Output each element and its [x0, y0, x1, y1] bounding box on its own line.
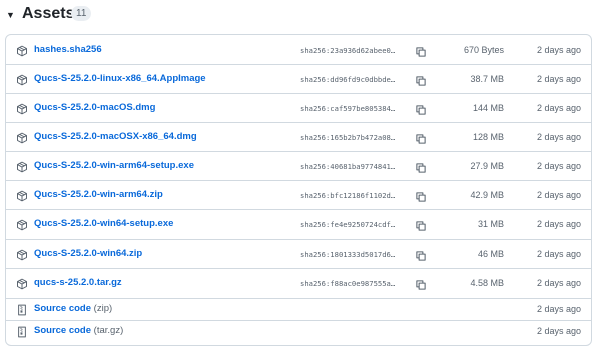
asset-date: 2 days ago	[536, 249, 581, 259]
copy-icon[interactable]	[415, 132, 427, 144]
asset-date: 2 days ago	[536, 219, 581, 229]
asset-size: 670 Bytes	[463, 45, 504, 55]
package-icon	[16, 103, 28, 115]
assets-header: ▼ Assets 11	[0, 0, 600, 30]
source-code-link[interactable]: Source code (zip)	[34, 303, 112, 315]
asset-row: Qucs-S-25.2.0-win64.zip sha256:1801333d50…	[6, 239, 591, 268]
assets-list: hashes.sha256 sha256:23a936d62abee0… 670 B…	[5, 34, 592, 346]
asset-sha256: sha256:caf597be805384…	[300, 104, 396, 113]
copy-icon[interactable]	[415, 219, 427, 231]
asset-size: 31 MB	[477, 219, 504, 229]
assets-count-badge: 11	[71, 6, 92, 21]
package-icon	[16, 132, 28, 144]
asset-sha256: sha256:dd96fd9c0dbbde…	[300, 75, 396, 84]
asset-row: Qucs-S-25.2.0-macOS.dmg sha256:caf597be80…	[6, 93, 591, 122]
asset-date: 2 days ago	[536, 161, 581, 171]
asset-row: hashes.sha256 sha256:23a936d62abee0… 670 B…	[6, 35, 591, 64]
asset-download-link[interactable]: Qucs-S-25.2.0-win-arm64.zip	[34, 189, 163, 201]
source-code-format: (zip)	[93, 303, 113, 314]
asset-row: Qucs-S-25.2.0-win64-setup.exe sha256:fe4e…	[6, 209, 591, 239]
copy-icon[interactable]	[415, 103, 427, 115]
source-code-label: Source code	[34, 303, 92, 314]
source-code-row: Source code (zip) 2 days ago	[6, 298, 591, 320]
asset-sha256: sha256:23a936d62abee0…	[300, 46, 396, 55]
asset-sha256: sha256:fe4e9250724cdf…	[300, 220, 396, 229]
copy-icon[interactable]	[415, 74, 427, 86]
asset-size: 42.9 MB	[470, 190, 504, 200]
package-icon	[16, 219, 28, 231]
asset-sha256: sha256:40681ba9774841…	[300, 162, 396, 171]
asset-date: 2 days ago	[536, 103, 581, 113]
file-zip-icon	[16, 304, 28, 316]
source-code-label: Source code	[34, 325, 92, 336]
triangle-down-icon[interactable]: ▼	[6, 10, 15, 20]
asset-download-link[interactable]: Qucs-S-25.2.0-win-arm64-setup.exe	[34, 160, 194, 172]
asset-sha256: sha256:bfc12186f1102d…	[300, 191, 396, 200]
copy-icon[interactable]	[415, 190, 427, 202]
asset-size: 38.7 MB	[470, 74, 504, 84]
asset-size: 128 MB	[472, 132, 504, 142]
asset-date: 2 days ago	[536, 190, 581, 200]
asset-date: 2 days ago	[536, 132, 581, 142]
asset-size: 46 MB	[477, 249, 504, 259]
package-icon	[16, 190, 28, 202]
source-code-row: Source code (tar.gz) 2 days ago	[6, 320, 591, 342]
asset-download-link[interactable]: Qucs-S-25.2.0-macOSX-x86_64.dmg	[34, 131, 197, 143]
asset-row: Qucs-S-25.2.0-macOSX-x86_64.dmg sha256:16…	[6, 122, 591, 151]
file-zip-icon	[16, 326, 28, 338]
package-icon	[16, 278, 28, 290]
asset-date: 2 days ago	[536, 326, 581, 336]
asset-sha256: sha256:165b2b7b472a08…	[300, 133, 396, 142]
package-icon	[16, 45, 28, 57]
asset-date: 2 days ago	[536, 278, 581, 288]
asset-download-link[interactable]: Qucs-S-25.2.0-linux-x86_64.AppImage	[34, 73, 206, 85]
asset-date: 2 days ago	[536, 45, 581, 55]
asset-download-link[interactable]: Qucs-S-25.2.0-win64.zip	[34, 248, 142, 260]
copy-icon[interactable]	[415, 45, 427, 57]
asset-date: 2 days ago	[536, 74, 581, 84]
copy-icon[interactable]	[415, 161, 427, 173]
asset-sha256: sha256:f88ac0e987555a…	[300, 279, 396, 288]
copy-icon[interactable]	[415, 249, 427, 261]
asset-size: 144 MB	[472, 103, 504, 113]
asset-download-link[interactable]: Qucs-S-25.2.0-win64-setup.exe	[34, 218, 173, 230]
asset-download-link[interactable]: Qucs-S-25.2.0-macOS.dmg	[34, 102, 155, 114]
asset-row: Qucs-S-25.2.0-win-arm64-setup.exe sha256:…	[6, 151, 591, 180]
copy-icon[interactable]	[415, 278, 427, 290]
package-icon	[16, 249, 28, 261]
asset-download-link[interactable]: hashes.sha256	[34, 44, 102, 56]
assets-title[interactable]: Assets	[22, 4, 74, 24]
source-code-link[interactable]: Source code (tar.gz)	[34, 325, 123, 337]
asset-download-link[interactable]: qucs-s-25.2.0.tar.gz	[34, 277, 122, 289]
source-code-format: (tar.gz)	[93, 325, 124, 336]
asset-row: Qucs-S-25.2.0-linux-x86_64.AppImage sha25…	[6, 64, 591, 93]
asset-date: 2 days ago	[536, 304, 581, 314]
package-icon	[16, 161, 28, 173]
asset-size: 4.58 MB	[470, 278, 504, 288]
asset-size: 27.9 MB	[470, 161, 504, 171]
asset-row: qucs-s-25.2.0.tar.gz sha256:f88ac0e987555…	[6, 268, 591, 298]
asset-sha256: sha256:1801333d5017d6…	[300, 250, 396, 259]
package-icon	[16, 74, 28, 86]
asset-row: Qucs-S-25.2.0-win-arm64.zip sha256:bfc121…	[6, 180, 591, 209]
